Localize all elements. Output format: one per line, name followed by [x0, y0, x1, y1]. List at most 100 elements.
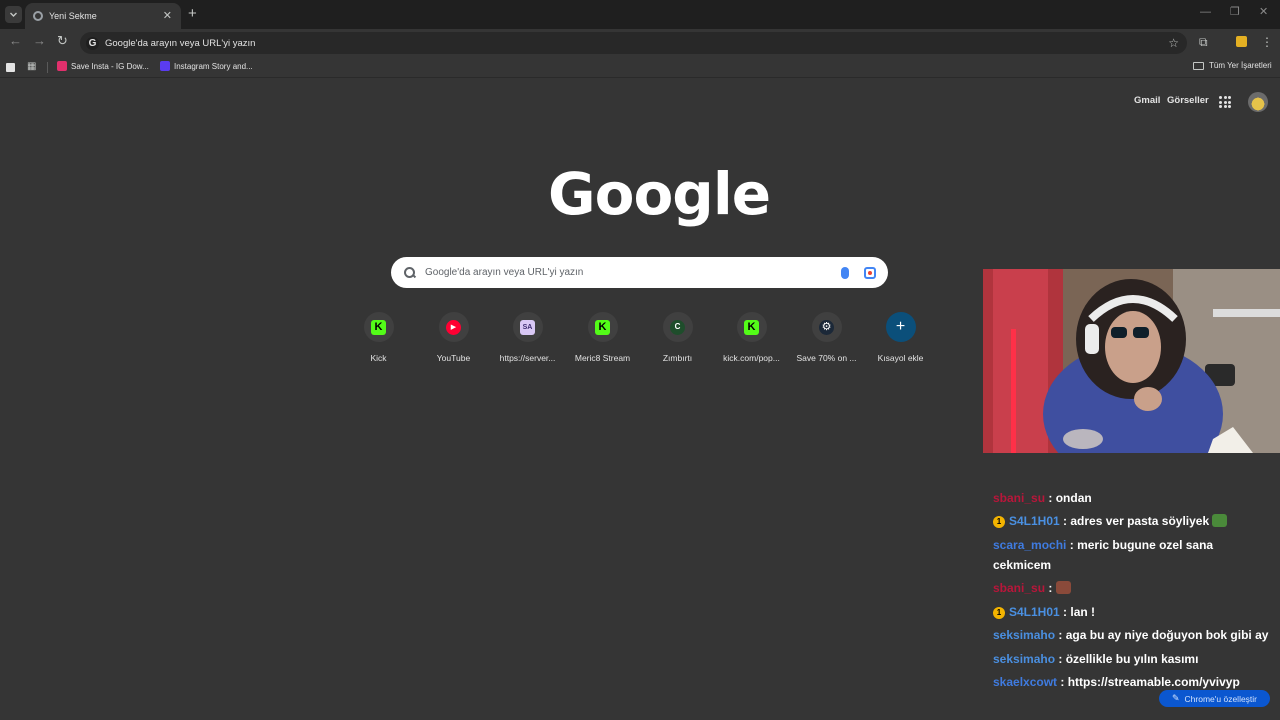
- address-bar[interactable]: G Google'da arayın veya URL'yi yazın ☆: [80, 32, 1187, 54]
- kick-icon: K: [744, 319, 759, 335]
- bookmark-page-icon[interactable]: [6, 63, 15, 72]
- bookmark-separator: [47, 62, 48, 73]
- all-bookmarks-label: Tüm Yer İşaretleri: [1209, 61, 1272, 70]
- emote-icon: [1055, 581, 1071, 594]
- shortcut-kick-pop[interactable]: K kick.com/pop...: [714, 312, 789, 363]
- bookmark-star-icon[interactable]: ☆: [1168, 36, 1179, 50]
- extensions-icon[interactable]: ⧉: [1199, 36, 1208, 48]
- toolbar: ← → ↻ G Google'da arayın veya URL'yi yaz…: [0, 29, 1280, 56]
- plus-icon: +: [895, 318, 906, 335]
- add-shortcut-button[interactable]: + Kısayol ekle: [863, 312, 938, 363]
- chat-text: : özellikle bu yılın kasımı: [1058, 651, 1199, 666]
- tab-title: Yeni Sekme: [49, 11, 97, 21]
- chat-text: : lan !: [1063, 604, 1096, 619]
- google-logo: Google: [548, 160, 771, 228]
- stream-chat: sbani_su : ondan 1 S4L1H01 : adres ver pa…: [983, 478, 1280, 720]
- chat-message: seksimaho : özellikle bu yılın kasımı: [993, 649, 1270, 669]
- tab-bar: Yeni Sekme ✕ + — ❐ ✕: [0, 0, 1280, 29]
- reload-icon[interactable]: ↻: [57, 34, 68, 47]
- kick-icon: K: [371, 319, 386, 335]
- chat-message: sbani_su :: [993, 578, 1270, 598]
- chrome-icon: [33, 11, 43, 21]
- restore-icon[interactable]: ❐: [1230, 7, 1240, 18]
- youtube-icon: ▶: [446, 319, 461, 335]
- chat-username: sbani_su: [993, 490, 1046, 505]
- bookmark-label: Instagram Story and...: [174, 61, 253, 71]
- chat-text: : https://streamable.com/yvivyp: [1060, 675, 1240, 689]
- avatar[interactable]: [1248, 92, 1268, 112]
- google-icon: G: [86, 36, 99, 50]
- zimbirti-icon: C: [670, 319, 685, 335]
- chat-username: skaelxcowt: [993, 675, 1058, 689]
- chat-text: :: [1048, 581, 1053, 595]
- bookmark-favicon: [160, 61, 170, 71]
- shortcut-label: Kick: [370, 353, 387, 363]
- tab-search-button[interactable]: [5, 6, 22, 23]
- sub-badge-icon: 1: [993, 516, 1005, 528]
- steam-icon: ⚙: [819, 319, 834, 335]
- webcam-overlay: [983, 269, 1280, 453]
- customize-label: Chrome'u özelleştir: [1184, 693, 1258, 704]
- shortcut-label: Kısayol ekle: [877, 353, 924, 363]
- shortcut-youtube[interactable]: ▶ YouTube: [416, 312, 491, 363]
- shortcut-label: https://server...: [499, 353, 556, 363]
- chat-message: seksimaho : aga bu ay niye doğuyon bok g…: [993, 625, 1270, 645]
- folder-icon: [1193, 61, 1204, 70]
- sub-badge-icon: 1: [993, 606, 1005, 619]
- close-icon[interactable]: ✕: [163, 10, 172, 22]
- shortcut-meric8-stream[interactable]: K Meric8 Stream: [565, 312, 640, 363]
- chat-message: sbani_su : ondan: [993, 488, 1270, 508]
- new-tab-button[interactable]: +: [188, 6, 197, 21]
- bookmark-item[interactable]: Save Insta - IG Dow...: [57, 61, 149, 71]
- search-icon: [404, 267, 415, 278]
- gmail-link[interactable]: Gmail: [1134, 95, 1160, 106]
- chat-username: sbani_su: [993, 581, 1046, 595]
- window-close-icon[interactable]: ✕: [1259, 7, 1268, 18]
- forward-icon[interactable]: →: [33, 34, 46, 47]
- bookmark-item[interactable]: Instagram Story and...: [160, 61, 253, 71]
- more-menu-icon[interactable]: ⋮: [1261, 36, 1273, 48]
- extension-icon[interactable]: [1236, 36, 1247, 47]
- shortcut-kick[interactable]: K Kick: [341, 312, 416, 363]
- server-icon: SA: [520, 319, 535, 335]
- kick-icon: K: [595, 319, 610, 335]
- microphone-icon[interactable]: [841, 266, 849, 279]
- shortcut-label: Zımbırtı: [662, 353, 693, 363]
- chat-username: seksimaho: [993, 651, 1056, 666]
- chat-message: skaelxcowt : https://streamable.com/yviv…: [993, 672, 1270, 692]
- shortcut-label: Meric8 Stream: [574, 353, 631, 363]
- minimize-icon[interactable]: —: [1200, 7, 1211, 18]
- chat-username: S4L1H01: [1009, 514, 1060, 528]
- images-link[interactable]: Görseller: [1167, 95, 1209, 106]
- customize-chrome-button[interactable]: ✎ Chrome'u özelleştir: [1159, 690, 1270, 707]
- shortcut-label: YouTube: [436, 353, 471, 363]
- tab-active[interactable]: Yeni Sekme ✕: [25, 3, 181, 29]
- search-input[interactable]: Google'da arayın veya URL'yi yazın: [425, 267, 841, 278]
- all-bookmarks-button[interactable]: Tüm Yer İşaretleri: [1193, 61, 1272, 70]
- shortcut-label: Save 70% on ...: [796, 353, 857, 363]
- shortcut-zimbirti[interactable]: C Zımbırtı: [640, 312, 715, 363]
- search-box[interactable]: Google'da arayın veya URL'yi yazın: [391, 257, 888, 288]
- bookmark-label: Save Insta - IG Dow...: [71, 61, 149, 71]
- chat-text: : aga bu ay niye doğuyon bok gibi ay: [1058, 628, 1269, 642]
- chat-text: : adres ver pasta söyliyek: [1063, 514, 1210, 528]
- apps-icon[interactable]: ▦: [27, 62, 36, 72]
- chevron-down-icon: [10, 12, 17, 17]
- chat-username: scara_mochi: [993, 537, 1067, 552]
- chat-message: 1 S4L1H01 : lan !: [993, 602, 1270, 622]
- instagram-icon: [57, 61, 67, 71]
- pencil-icon: ✎: [1171, 693, 1180, 703]
- bookmarks-bar: ▦ Save Insta - IG Dow... Instagram Story…: [0, 56, 1280, 78]
- address-text[interactable]: Google'da arayın veya URL'yi yazın: [105, 38, 1168, 49]
- shortcut-server[interactable]: SA https://server...: [490, 312, 565, 363]
- shortcut-label: kick.com/pop...: [723, 353, 780, 363]
- back-icon[interactable]: ←: [9, 34, 22, 47]
- chat-message: 1 S4L1H01 : adres ver pasta söyliyek: [993, 511, 1270, 531]
- google-lens-icon[interactable]: [864, 266, 876, 279]
- chat-message: scara_mochi : meric bugune ozel sana cek…: [993, 535, 1270, 575]
- chat-text: : ondan: [1048, 490, 1092, 505]
- chat-username: S4L1H01: [1009, 604, 1060, 619]
- google-apps-icon[interactable]: [1219, 96, 1231, 108]
- chat-username: seksimaho: [993, 628, 1056, 642]
- shortcut-steam[interactable]: ⚙ Save 70% on ...: [789, 312, 864, 363]
